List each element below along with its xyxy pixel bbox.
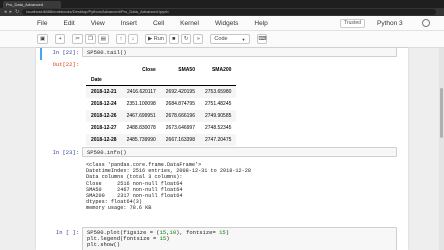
cell-value: 2467.699951 (126, 113, 156, 119)
table-row: 2018-12-27 2488.830078 2673.646997 2748.… (86, 122, 236, 134)
cell-value: 2488.830078 (126, 125, 156, 131)
cell-value: 2747.20475 (204, 137, 232, 143)
cell-value: 2667.163398 (165, 137, 195, 143)
save-icon[interactable]: ▣ (37, 34, 49, 44)
restart-run-all-icon[interactable]: » (193, 34, 204, 44)
address-bar: ◂ ▸ ↻ localhost:8888/notebooks/Desktop/P… (0, 8, 444, 16)
cell-value: 2351.100098 (126, 101, 156, 107)
cell-type-select[interactable]: Code ▼ (210, 34, 251, 44)
in-prompt: In [22]: (52, 49, 79, 56)
move-up-icon[interactable]: ↑ (115, 34, 126, 44)
menu-edit[interactable]: Edit (63, 20, 74, 27)
row-date: 2018-12-21 (91, 89, 117, 95)
cell-value: 2485.739990 (126, 137, 156, 143)
trusted-badge[interactable]: Trusted (340, 19, 365, 28)
code-text: SP500.tail() (87, 49, 127, 56)
move-down-icon[interactable]: ↓ (127, 34, 138, 44)
back-icon[interactable]: ◂ (4, 9, 7, 15)
forward-icon[interactable]: ▸ (10, 9, 13, 15)
cell-type-value: Code (214, 36, 228, 42)
code-input[interactable]: SP500.tail() (82, 48, 397, 57)
in-prompt: In [23]: (52, 149, 79, 156)
out-prompt: Out[22]: (52, 61, 79, 68)
cell-value: 2678.666196 (165, 113, 195, 119)
row-date: 2018-12-24 (91, 101, 117, 107)
scrollbar[interactable] (439, 48, 444, 250)
run-icon: ▶ (147, 36, 153, 42)
menu-view[interactable]: View (91, 20, 105, 27)
cell-value: 2684.874795 (165, 101, 195, 107)
chevron-down-icon: ▼ (241, 36, 246, 42)
code-text: SP500.info() (87, 149, 127, 156)
cell-value: 2692.420195 (165, 89, 195, 95)
table-row: 2018-12-24 2351.100098 2684.874795 2751.… (86, 98, 236, 110)
index-name: Date (91, 77, 102, 83)
column-header: Close (142, 67, 156, 73)
copy-icon[interactable]: ❐ (84, 34, 96, 44)
menu-kernel[interactable]: Kernel (180, 20, 199, 27)
restart-icon[interactable]: ↻ (180, 34, 192, 44)
column-header: SMA200 (211, 67, 232, 73)
cell-value: 2751.48245 (204, 101, 232, 107)
paste-icon[interactable]: ▤ (97, 34, 109, 44)
table-row: 2018-12-26 2467.699951 2678.666196 2749.… (86, 110, 237, 122)
code-input[interactable]: SP500.info() (82, 147, 397, 157)
cell-value: 2416.620117 (126, 89, 156, 95)
table-header-row: Close SMA50 SMA200 (86, 65, 236, 75)
row-date: 2018-12-28 (91, 137, 117, 143)
notebook-menubar: File Edit View Insert Cell Kernel Widget… (0, 16, 444, 31)
menu-help[interactable]: Help (254, 20, 267, 27)
table-row: 2018-12-21 2416.620117 2692.420195 2753.… (86, 85, 237, 98)
notebook-toolbar: ▣ + ✂ ❐ ▤ ↑ ↓ ▶ Run ■ ↻ » Code ▼ ⌨ (0, 31, 444, 48)
index-name-row: Date (86, 75, 236, 86)
info-output: <class 'pandas.core.frame.DataFrame'> Da… (86, 162, 251, 212)
notebook-area: In [22]: SP500.tail() Out[22]: Close SMA… (0, 48, 444, 250)
cell-value: 2753.65980 (204, 89, 232, 95)
row-date: 2018-12-26 (91, 113, 117, 119)
kernel-name: Python 3 (377, 20, 403, 27)
browser-tab[interactable]: Pro_Data_Advanced (3, 1, 61, 8)
menu-file[interactable]: File (37, 20, 47, 27)
cut-icon[interactable]: ✂ (72, 34, 83, 44)
url-field[interactable]: localhost:8888/notebooks/Desktop/Python/… (22, 9, 436, 15)
menu-insert[interactable]: Insert (121, 20, 137, 27)
run-label: Run (153, 36, 164, 42)
scrollbar-thumb[interactable] (440, 88, 443, 138)
cell-value: 2748.52345 (204, 125, 232, 131)
interrupt-icon[interactable]: ■ (168, 34, 179, 44)
browser-tab-title: Pro_Data_Advanced (6, 2, 43, 7)
column-header: SMA50 (178, 67, 195, 73)
menu-widgets[interactable]: Widgets (215, 20, 238, 27)
menu-cell[interactable]: Cell (153, 20, 164, 27)
kernel-status-icon (422, 19, 430, 27)
run-button[interactable]: ▶ Run (144, 34, 167, 44)
reload-icon[interactable]: ↻ (15, 9, 19, 15)
table-row: 2018-12-28 2485.739990 2667.163398 2747.… (86, 134, 237, 146)
dataframe-table: Close SMA50 SMA200 Date 2018-12-21 2416.… (86, 65, 237, 146)
code-input[interactable]: SP500.plot(figsize = (15,10), fontsize= … (82, 227, 397, 250)
index-header-blank (86, 65, 122, 75)
add-cell-icon[interactable]: + (55, 34, 66, 44)
browser-tab-strip: Pro_Data_Advanced (0, 0, 444, 8)
in-prompt: In [ ]: (55, 229, 79, 236)
row-date: 2018-12-27 (91, 125, 117, 131)
cell-value: 2673.646997 (165, 125, 195, 131)
notebook-page: In [22]: SP500.tail() Out[22]: Close SMA… (36, 48, 408, 250)
cell-value: 2749.90585 (204, 113, 232, 119)
keyboard-icon[interactable]: ⌨ (257, 34, 268, 44)
